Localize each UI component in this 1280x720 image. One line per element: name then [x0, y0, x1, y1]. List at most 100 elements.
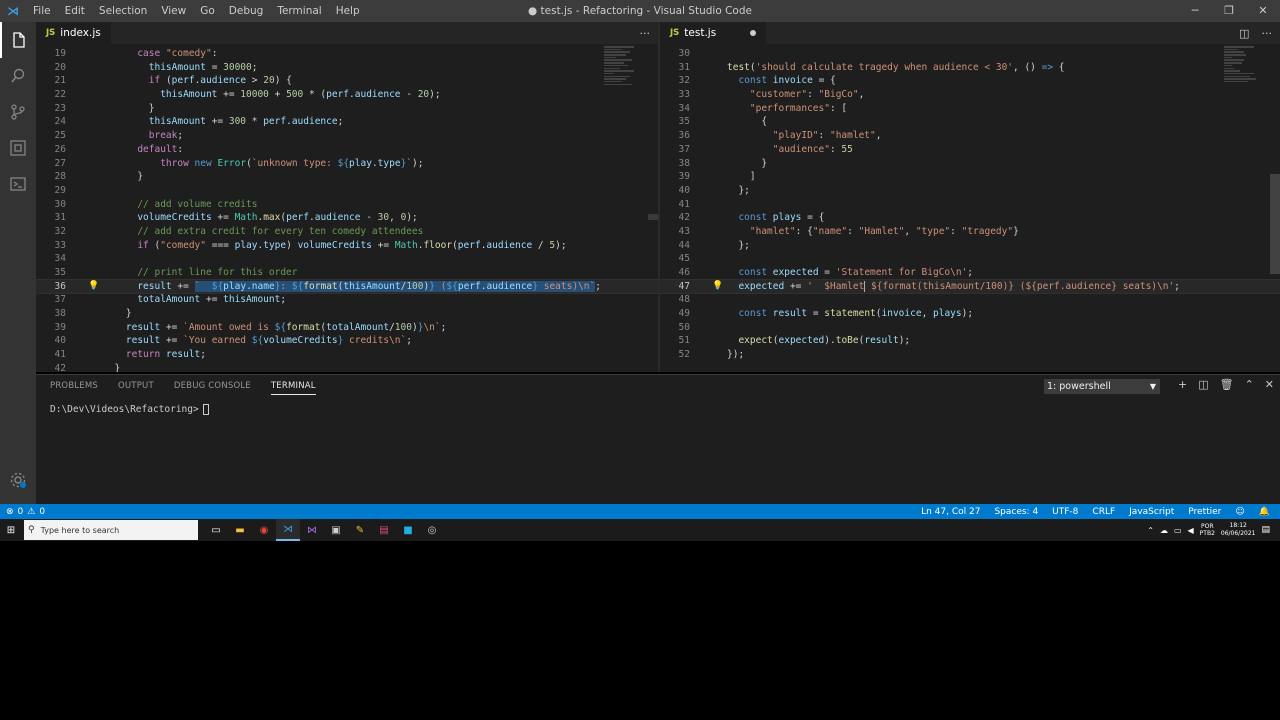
code-line[interactable]: 45: [660, 252, 1280, 266]
tab-index-js[interactable]: JS index.js: [36, 22, 111, 44]
code-line[interactable]: 31 test('should calculate tragedy when au…: [660, 61, 1280, 75]
cloud-icon[interactable]: ☁: [1160, 526, 1168, 535]
lightbulb-icon[interactable]: 💡: [712, 280, 723, 294]
code-line[interactable]: 51 expect(expected).toBe(result);: [660, 334, 1280, 348]
menu-debug[interactable]: Debug: [222, 0, 271, 22]
clock[interactable]: 18:12 06/06/2021: [1221, 522, 1256, 538]
code-line[interactable]: 💡 36 result += ` ${play.name}: ${format(t…: [36, 278, 658, 295]
minimap[interactable]: [604, 46, 644, 116]
code-line[interactable]: 39 result += `Amount owed is ${format(to…: [36, 321, 658, 335]
vscode-app-icon[interactable]: ⋊: [276, 519, 300, 541]
code-editor[interactable]: 30 31 test('should calculate tragedy when …: [660, 47, 1280, 362]
menu-help[interactable]: Help: [329, 0, 367, 22]
settings-gear-icon[interactable]: [0, 462, 36, 498]
code-line[interactable]: 27 throw new Error(`unknown type: ${play…: [36, 157, 658, 171]
close-icon[interactable]: ✕: [1246, 0, 1280, 22]
language-indicator[interactable]: POR PTB2: [1200, 523, 1215, 537]
code-line[interactable]: 38 }: [660, 157, 1280, 171]
code-line[interactable]: 40 };: [660, 184, 1280, 198]
minimap[interactable]: [1224, 46, 1264, 116]
code-line[interactable]: 34 "performances": [: [660, 102, 1280, 116]
code-line[interactable]: 24 thisAmount += 300 * perf.audience;: [36, 115, 658, 129]
files-icon[interactable]: [0, 22, 36, 58]
unsaved-dot-icon[interactable]: [750, 30, 757, 36]
code-line[interactable]: 44 };: [660, 239, 1280, 253]
code-line[interactable]: 41 return result;: [36, 348, 658, 362]
code-line[interactable]: 19 case "comedy":: [36, 47, 658, 61]
windows-start-icon[interactable]: ⊞: [0, 525, 22, 536]
code-line[interactable]: 33 "customer": "BigCo",: [660, 88, 1280, 102]
panel-tab-debug-console[interactable]: DEBUG CONSOLE: [174, 381, 251, 391]
network-icon[interactable]: ▭: [1174, 526, 1182, 535]
code-line[interactable]: 26 default:: [36, 143, 658, 157]
code-line[interactable]: 22 thisAmount += 10000 + 500 * (perf.aud…: [36, 88, 658, 102]
code-line[interactable]: 32 // add extra credit for every ten com…: [36, 225, 658, 239]
app-icon[interactable]: ◎: [420, 519, 444, 541]
code-line[interactable]: 41: [660, 198, 1280, 212]
trash-icon[interactable]: 🗑: [1220, 378, 1234, 391]
code-line[interactable]: 52});: [660, 348, 1280, 362]
lightbulb-icon[interactable]: 💡: [88, 280, 99, 294]
status-eol[interactable]: CRLF: [1092, 507, 1115, 517]
code-line[interactable]: 37 totalAmount += thisAmount;: [36, 293, 658, 307]
tray-chevron-icon[interactable]: ⌃: [1147, 526, 1154, 535]
menu-file[interactable]: File: [26, 0, 58, 22]
code-line[interactable]: 50: [660, 321, 1280, 335]
code-line[interactable]: 35 {: [660, 115, 1280, 129]
terminal-select[interactable]: 1: powershell ▼: [1044, 379, 1160, 394]
code-line[interactable]: 42 const plays = {: [660, 211, 1280, 225]
code-line[interactable]: 💡 47 expected += ' $Hamlet ${format(thisA…: [660, 278, 1280, 295]
status-position[interactable]: Ln 47, Col 27: [921, 507, 980, 517]
task-view-icon[interactable]: ▭: [204, 519, 228, 541]
panel-tab-problems[interactable]: PROBLEMS: [50, 381, 98, 391]
visual-studio-icon[interactable]: ⋈: [300, 519, 324, 541]
more-actions-icon[interactable]: ···: [640, 27, 651, 40]
panel-tab-terminal[interactable]: TERMINAL: [270, 381, 316, 395]
new-terminal-icon[interactable]: +: [1178, 378, 1187, 391]
code-line[interactable]: 36 "playID": "hamlet",: [660, 129, 1280, 143]
code-line[interactable]: 39 ]: [660, 170, 1280, 184]
remote-explorer-icon[interactable]: [0, 166, 36, 202]
close-panel-icon[interactable]: ✕: [1265, 378, 1274, 391]
code-line[interactable]: 40 result += `You earned ${volumeCredits…: [36, 334, 658, 348]
code-line[interactable]: 32 const invoice = {: [660, 74, 1280, 88]
menu-terminal[interactable]: Terminal: [270, 0, 328, 22]
code-line[interactable]: 37 "audience": 55: [660, 143, 1280, 157]
code-line[interactable]: 31 volumeCredits += Math.max(perf.audien…: [36, 211, 658, 225]
code-line[interactable]: 23 }: [36, 102, 658, 116]
chrome-icon[interactable]: ◉: [252, 519, 276, 541]
app-icon[interactable]: ■: [396, 519, 420, 541]
feedback-smiley-icon[interactable]: ☺: [1235, 507, 1244, 517]
code-line[interactable]: 29: [36, 184, 658, 198]
search-icon[interactable]: [0, 58, 36, 94]
status-formatter[interactable]: Prettier: [1188, 507, 1221, 517]
maximize-icon[interactable]: ❐: [1212, 0, 1246, 22]
status-problems[interactable]: ⊗ 0 ⚠ 0: [6, 507, 45, 517]
minimize-icon[interactable]: ─: [1178, 0, 1212, 22]
panel-tab-output[interactable]: OUTPUT: [118, 381, 154, 391]
volume-icon[interactable]: ◀: [1188, 526, 1194, 535]
status-language[interactable]: JavaScript: [1129, 507, 1174, 517]
code-line[interactable]: 38 }: [36, 307, 658, 321]
code-editor[interactable]: 19 case "comedy": 20 thisAmount = 30000; 2…: [36, 47, 658, 372]
extensions-icon[interactable]: [0, 130, 36, 166]
notifications-bell-icon[interactable]: 🔔: [1259, 507, 1270, 517]
more-actions-icon[interactable]: ···: [1262, 27, 1273, 40]
code-line[interactable]: 35 // print line for this order: [36, 266, 658, 280]
code-line[interactable]: 49 const result = statement(invoice, pla…: [660, 307, 1280, 321]
code-line[interactable]: 46 const expected = 'Statement for BigCo…: [660, 266, 1280, 280]
status-spaces[interactable]: Spaces: 4: [994, 507, 1038, 517]
scrollbar[interactable]: [1270, 174, 1280, 274]
taskbar-search[interactable]: ⚲ Type here to search: [24, 520, 198, 540]
file-explorer-icon[interactable]: ▬: [228, 519, 252, 541]
menu-go[interactable]: Go: [193, 0, 222, 22]
code-line[interactable]: 34: [36, 252, 658, 266]
terminal-prompt[interactable]: D:\Dev\Videos\Refactoring>: [50, 404, 209, 415]
split-editor-icon[interactable]: ◫: [1239, 27, 1249, 40]
app-icon[interactable]: ✎: [348, 519, 372, 541]
code-line[interactable]: 42 }: [36, 362, 658, 372]
code-line[interactable]: 33 if ("comedy" === play.type) volumeCre…: [36, 239, 658, 253]
chevron-up-icon[interactable]: ⌃: [1245, 378, 1254, 391]
source-control-icon[interactable]: [0, 94, 36, 130]
split-terminal-icon[interactable]: ◫: [1198, 378, 1208, 391]
